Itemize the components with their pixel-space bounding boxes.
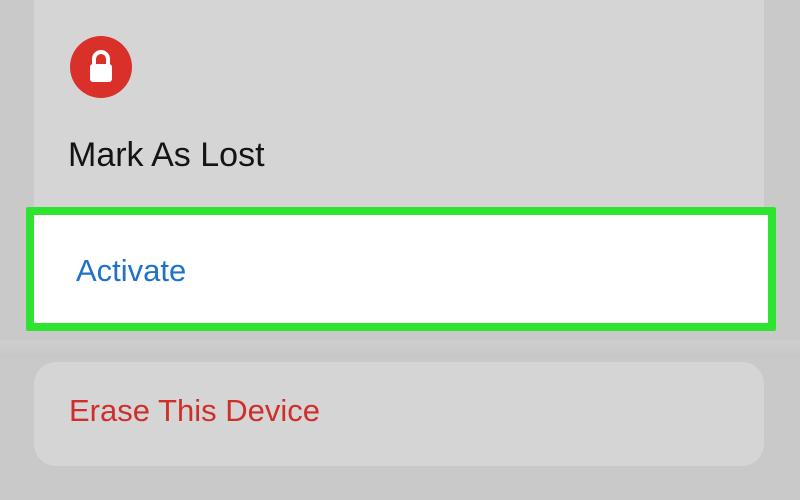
activate-button[interactable]: Activate xyxy=(76,253,186,289)
activate-row-highlight[interactable]: Activate xyxy=(26,207,776,331)
page-title: Mark As Lost xyxy=(68,136,265,174)
section-separator xyxy=(0,340,800,358)
erase-device-card: Erase This Device xyxy=(34,362,764,466)
lock-badge xyxy=(70,36,132,98)
lock-icon xyxy=(90,50,112,82)
erase-device-button[interactable]: Erase This Device xyxy=(69,393,320,429)
